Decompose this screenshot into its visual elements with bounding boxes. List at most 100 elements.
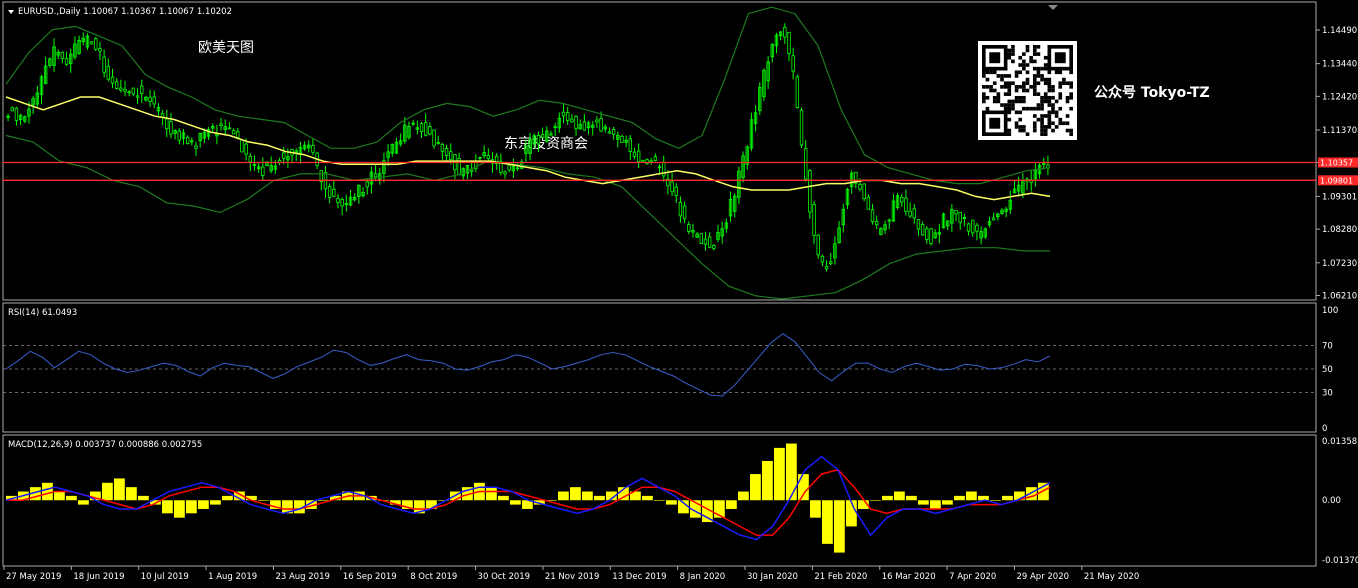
qr-module xyxy=(1003,81,1008,86)
qr-module xyxy=(1043,55,1048,60)
chart-shift-icon[interactable] xyxy=(1048,5,1058,10)
qr-module xyxy=(1007,92,1012,96)
candle-body xyxy=(929,228,933,244)
qr-module xyxy=(1032,106,1037,111)
trading-chart[interactable]: EURUSD.,Daily 1.10067 1.10367 1.10067 1.… xyxy=(0,0,1358,588)
qr-module xyxy=(1025,45,1030,49)
qr-module xyxy=(1014,85,1019,89)
time-tick-label: 21 Nov 2019 xyxy=(545,572,599,582)
overlay-center-text: 东京投资商会 xyxy=(504,136,588,152)
qr-module xyxy=(1007,103,1012,107)
time-tick-label: 29 Apr 2020 xyxy=(1016,572,1069,582)
price-tick-label: 1.08280 xyxy=(1322,225,1357,235)
qr-module xyxy=(1014,74,1019,78)
macd-histogram-bar xyxy=(114,478,125,501)
candle-body xyxy=(1042,163,1046,165)
qr-module xyxy=(1029,55,1033,60)
qr-module xyxy=(1007,81,1012,86)
candle-body xyxy=(565,112,570,121)
macd-main-line xyxy=(5,455,1051,541)
candle-body xyxy=(231,130,236,135)
qr-module xyxy=(992,95,997,100)
candle-body xyxy=(954,210,958,215)
candle-body xyxy=(858,183,862,190)
candle-body xyxy=(131,87,136,95)
candle-body xyxy=(607,131,612,134)
qr-module xyxy=(1022,81,1026,86)
candle-body xyxy=(419,123,424,132)
qr-module xyxy=(1032,121,1037,126)
qr-module xyxy=(1058,117,1063,122)
qr-module xyxy=(992,81,997,86)
qr-module xyxy=(1022,85,1026,89)
candle-body xyxy=(423,122,428,136)
qr-module xyxy=(1007,88,1012,93)
macd-histogram-bar xyxy=(162,500,173,514)
qr-module xyxy=(1047,70,1052,75)
qr-module xyxy=(1043,77,1048,82)
price-tick-label: 1.14490 xyxy=(1322,26,1357,36)
candle-body xyxy=(169,120,173,135)
candle-body xyxy=(14,107,19,121)
qr-module xyxy=(996,99,1001,104)
qr-module xyxy=(1040,95,1044,100)
candle-body xyxy=(874,221,879,226)
qr-module xyxy=(1069,132,1073,136)
candle-body xyxy=(177,130,182,141)
qr-module xyxy=(1011,99,1015,104)
macd-histogram-bar xyxy=(786,443,797,501)
macd-histogram-bar xyxy=(498,495,509,501)
qr-module xyxy=(1011,45,1015,49)
rsi-tick-label: 100 xyxy=(1322,306,1338,316)
qr-module xyxy=(1032,48,1037,53)
candle-body xyxy=(440,143,445,152)
time-tick-label: 21 Feb 2020 xyxy=(814,572,867,582)
qr-module xyxy=(992,99,997,104)
candle-body xyxy=(540,134,545,138)
qr-module xyxy=(985,70,990,75)
qr-module xyxy=(996,92,1001,96)
rsi-tick-label: 30 xyxy=(1322,389,1333,399)
qr-module xyxy=(1018,110,1023,115)
macd-histogram-bar xyxy=(582,491,593,501)
qr-module xyxy=(1036,92,1041,96)
candle-body xyxy=(958,212,962,223)
candle-body xyxy=(870,209,875,223)
qr-module xyxy=(1051,85,1055,89)
qr-module xyxy=(1003,92,1008,96)
chart-menu-icon[interactable] xyxy=(8,10,14,14)
macd-histogram-bar xyxy=(198,500,209,509)
qr-module xyxy=(1014,121,1019,126)
qr-module xyxy=(1047,114,1052,118)
qr-module xyxy=(1058,95,1063,100)
qr-module xyxy=(1047,125,1052,129)
qr-module xyxy=(1032,45,1037,49)
macd-histogram-bar xyxy=(882,495,893,501)
candle-body xyxy=(127,91,131,94)
macd-histogram-bar xyxy=(126,487,137,501)
qr-module xyxy=(1032,66,1037,71)
qr-module xyxy=(996,74,1001,78)
qr-module xyxy=(1047,117,1052,122)
macd-histogram-bar xyxy=(570,487,581,501)
candle-body xyxy=(620,135,624,143)
qr-module xyxy=(1051,103,1055,107)
price-tick-label: 1.09301 xyxy=(1322,192,1357,202)
macd-label: MACD(12,26,9) 0.003737 0.000886 0.002755 xyxy=(8,440,202,450)
qr-module xyxy=(1058,92,1063,96)
qr-module xyxy=(1022,59,1026,64)
qr-module xyxy=(1007,132,1012,136)
qr-module xyxy=(1040,103,1044,107)
qr-module xyxy=(1007,110,1012,115)
price-tick-label: 1.13440 xyxy=(1322,60,1357,70)
overlay-right-text: 公众号 Tokyo-TZ xyxy=(1094,84,1210,101)
qr-module xyxy=(1036,106,1041,111)
qr-module xyxy=(1040,128,1044,133)
candle-body xyxy=(248,156,252,163)
price-tick-label: 1.12420 xyxy=(1322,92,1357,102)
candle-body xyxy=(804,148,808,180)
qr-module xyxy=(1036,103,1041,107)
qr-module xyxy=(1043,125,1048,129)
qr-module xyxy=(1022,99,1026,104)
candle-body xyxy=(787,31,791,54)
